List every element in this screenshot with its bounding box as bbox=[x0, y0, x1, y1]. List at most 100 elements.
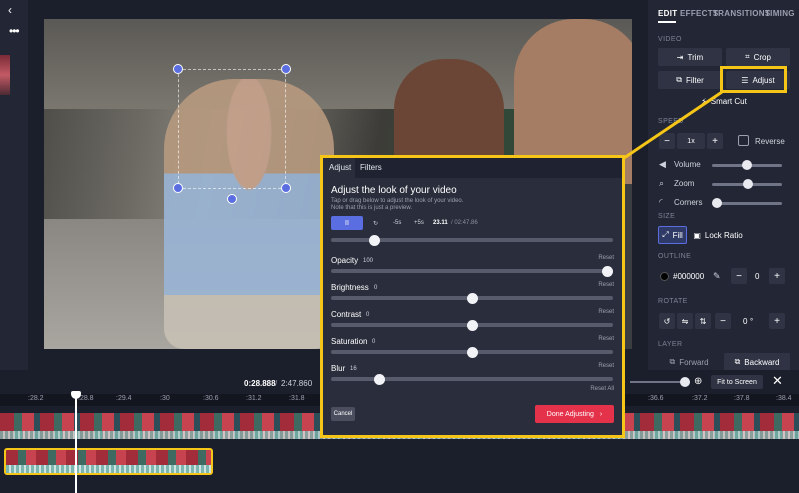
popup-title: Adjust the look of your video bbox=[331, 185, 457, 196]
slider-label: Blur bbox=[331, 364, 346, 373]
volume-icon: ◀ bbox=[659, 159, 666, 169]
ruler-tick: :31.8 bbox=[289, 395, 305, 402]
speed-decrease-button[interactable]: − bbox=[659, 133, 675, 149]
popup-tab-adjust[interactable]: Adjust bbox=[329, 163, 351, 172]
reset-button[interactable]: Reset bbox=[598, 363, 614, 369]
adjust-slider-knob[interactable] bbox=[466, 320, 478, 331]
lock-ratio-label: Lock Ratio bbox=[704, 230, 743, 240]
outline-increase-button[interactable]: + bbox=[769, 268, 785, 284]
lock-ratio-toggle[interactable]: ▣ Lock Ratio bbox=[690, 226, 746, 244]
resize-handle-top-right[interactable] bbox=[281, 64, 291, 74]
rotate-handle[interactable] bbox=[227, 194, 237, 204]
cancel-button[interactable]: Cancel bbox=[331, 407, 355, 421]
rotate-left-icon[interactable]: ↺ bbox=[659, 313, 675, 329]
adjust-slider-knob[interactable] bbox=[466, 293, 478, 304]
adjust-slider-track[interactable] bbox=[331, 377, 613, 381]
outline-width-value: 0 bbox=[755, 272, 760, 281]
resize-handle-bottom-left[interactable] bbox=[173, 183, 183, 193]
corners-icon: ◜ bbox=[659, 197, 663, 207]
back-5s-button[interactable]: -5s bbox=[393, 220, 401, 226]
corners-slider-knob[interactable] bbox=[712, 198, 722, 208]
zoom-icon: ⌕ bbox=[659, 178, 665, 188]
corners-slider[interactable] bbox=[712, 202, 782, 205]
adjust-slider-knob[interactable] bbox=[374, 374, 386, 385]
crop-icon: ⌗ bbox=[745, 52, 750, 61]
tab-timing[interactable]: TIMING bbox=[765, 9, 795, 18]
slider-label: Opacity bbox=[331, 256, 359, 265]
trim-icon: ⇥ bbox=[676, 52, 684, 62]
reset-all-button[interactable]: Reset All bbox=[590, 386, 614, 392]
close-icon[interactable]: ✕ bbox=[772, 373, 783, 389]
clip-thumbnail[interactable] bbox=[0, 55, 10, 95]
backward-button[interactable]: ⧉ Backward bbox=[724, 353, 790, 371]
reset-button[interactable]: Reset bbox=[598, 336, 614, 342]
zoom-label: Zoom bbox=[674, 179, 695, 188]
popup-tab-filters[interactable]: Filters bbox=[360, 163, 382, 172]
rotate-increase-button[interactable]: + bbox=[769, 313, 785, 329]
resize-handle-top-left[interactable] bbox=[173, 64, 183, 74]
crop-button[interactable]: ⌗ Crop bbox=[726, 48, 790, 66]
replay-icon[interactable]: ↻ bbox=[373, 220, 378, 227]
degree-symbol: ° bbox=[750, 317, 754, 326]
fit-to-screen-button[interactable]: Fit to Screen bbox=[711, 375, 763, 389]
forward-button[interactable]: ⧉ Forward bbox=[658, 353, 720, 371]
active-tab-indicator bbox=[658, 21, 676, 23]
section-label-outline: OUTLINE bbox=[658, 253, 692, 260]
playhead[interactable] bbox=[75, 394, 77, 493]
popup-tab-bar: Adjust Filters bbox=[323, 158, 622, 178]
outline-color-value[interactable]: #000000 bbox=[673, 272, 704, 281]
zoom-slider-knob[interactable] bbox=[743, 179, 753, 189]
eyedropper-icon[interactable]: ✎ bbox=[713, 271, 721, 282]
crop-label: Crop bbox=[753, 52, 771, 62]
back-icon[interactable]: ‹ bbox=[8, 4, 20, 16]
section-label-video: VIDEO bbox=[658, 36, 682, 43]
total-time: 2:47.860 bbox=[281, 379, 313, 388]
zoom-in-icon[interactable]: ⊕ bbox=[694, 376, 702, 387]
ruler-tick: :30 bbox=[160, 395, 170, 402]
adjust-slider-knob[interactable] bbox=[466, 347, 478, 358]
outline-decrease-button[interactable]: − bbox=[731, 268, 747, 284]
edit-panel: EDIT EFFECTS TRANSITIONS TIMING VIDEO ⇥ T… bbox=[648, 0, 799, 371]
trim-label: Trim bbox=[687, 52, 704, 62]
adjust-slider-track[interactable] bbox=[331, 269, 613, 273]
smart-cut-label: Smart Cut bbox=[710, 96, 747, 106]
selection-box[interactable] bbox=[178, 69, 286, 189]
done-adjusting-label: Done Adjusting bbox=[546, 410, 594, 418]
ruler-tick: :36.6 bbox=[648, 395, 664, 402]
resize-handle-bottom-right[interactable] bbox=[281, 183, 291, 193]
reset-button[interactable]: Reset bbox=[598, 255, 614, 261]
scrub-slider-knob[interactable] bbox=[368, 235, 380, 246]
tab-transitions[interactable]: TRANSITIONS bbox=[713, 9, 771, 18]
flip-horizontal-icon[interactable]: ⇋ bbox=[677, 313, 693, 329]
adjust-popup: Adjust Filters Adjust the look of your v… bbox=[320, 155, 625, 438]
flip-vertical-icon[interactable]: ⇅ bbox=[695, 313, 711, 329]
fill-button[interactable]: ⤢ Fill bbox=[658, 226, 687, 244]
volume-label: Volume bbox=[674, 160, 701, 169]
rotate-decrease-button[interactable]: − bbox=[715, 313, 731, 329]
popup-total-time: / 02:47.86 bbox=[451, 220, 478, 226]
slider-label: Brightness bbox=[331, 283, 369, 292]
time-separator: / bbox=[275, 379, 278, 388]
more-options-icon[interactable]: ••• bbox=[9, 24, 20, 38]
tab-edit[interactable]: EDIT bbox=[658, 9, 677, 18]
volume-slider-knob[interactable] bbox=[742, 160, 752, 170]
trim-button[interactable]: ⇥ Trim bbox=[658, 48, 722, 66]
done-adjusting-button[interactable]: Done Adjusting › bbox=[535, 405, 614, 423]
forward-5s-button[interactable]: +5s bbox=[414, 220, 424, 226]
outline-color-swatch[interactable] bbox=[660, 272, 669, 281]
popup-subtitle: Tap or drag below to adjust the look of … bbox=[331, 198, 531, 212]
adjust-slider-knob[interactable] bbox=[602, 266, 613, 277]
reset-button[interactable]: Reset bbox=[598, 309, 614, 315]
popup-subtitle-line: Tap or drag below to adjust the look of … bbox=[331, 198, 464, 204]
smart-cut-button[interactable]: ⚡ Smart Cut bbox=[658, 92, 790, 110]
backward-label: Backward bbox=[744, 357, 780, 367]
reset-button[interactable]: Reset bbox=[598, 282, 614, 288]
reverse-label: Reverse bbox=[755, 137, 785, 146]
pause-button[interactable]: II bbox=[331, 216, 363, 230]
filter-button[interactable]: ⧉ Filter bbox=[658, 71, 722, 89]
reverse-checkbox[interactable] bbox=[738, 135, 749, 146]
slider-label: Contrast bbox=[331, 310, 362, 319]
rotate-value: 0 bbox=[743, 317, 748, 326]
speed-increase-button[interactable]: + bbox=[707, 133, 723, 149]
timeline-zoom-knob[interactable] bbox=[680, 377, 691, 387]
